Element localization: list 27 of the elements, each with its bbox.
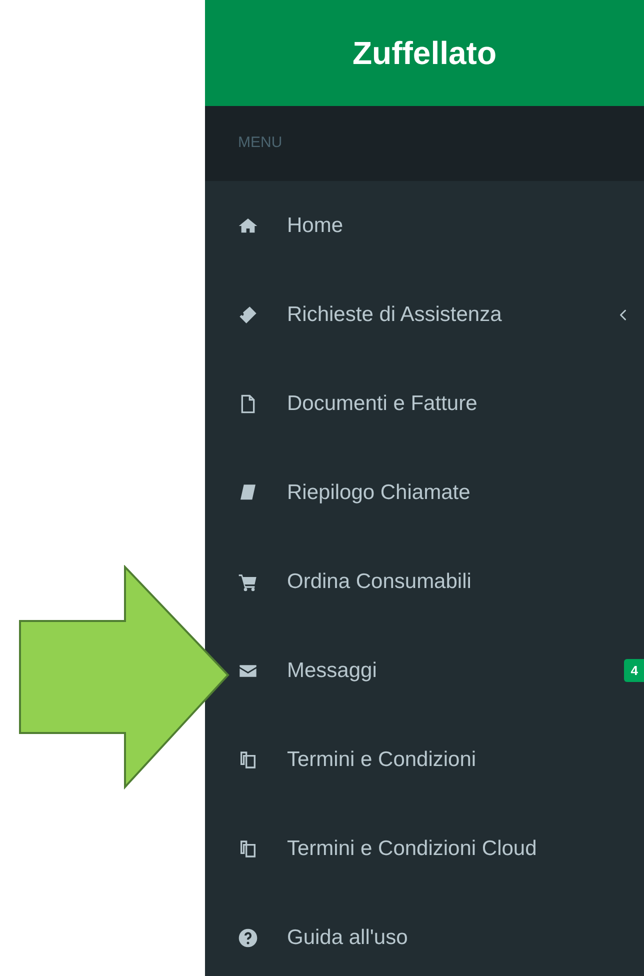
menu-label: Termini e Condizioni Cloud — [287, 836, 537, 862]
menu-label: Home — [287, 212, 344, 239]
menu-label: Documenti e Fatture — [287, 390, 478, 417]
menu-item[interactable]: Termini e Condizioni — [230, 715, 644, 804]
app-title: Zuffellato — [352, 34, 496, 73]
menu-item[interactable]: Termini e Condizioni Cloud — [230, 804, 644, 893]
menu-label: Termini e Condizioni — [287, 746, 476, 773]
menu-label: Messaggi — [287, 658, 377, 684]
menu-heading: MENU — [238, 133, 282, 154]
ticket-icon — [238, 304, 258, 324]
menu-item[interactable]: Guida all'uso — [230, 893, 644, 976]
menu-item[interactable]: Riepilogo Chiamate — [230, 448, 644, 537]
menu-label: Richieste di Assistenza — [287, 302, 502, 328]
menu-item[interactable]: Messaggi 4 — [230, 626, 644, 715]
menu-item[interactable]: Documenti e Fatture — [230, 359, 644, 448]
menu-label: Ordina Consumabili — [287, 568, 472, 595]
cart-icon — [238, 572, 258, 592]
copy-icon — [238, 838, 258, 858]
menu-item[interactable]: Home — [230, 181, 644, 270]
menu-label: Guida all'uso — [287, 924, 408, 951]
count-badge: 4 — [624, 658, 644, 682]
copy-icon — [238, 750, 258, 770]
menu-item[interactable]: Richieste di Assistenza — [230, 270, 644, 359]
menu-label: Riepilogo Chiamate — [287, 480, 470, 506]
home-icon — [238, 216, 258, 236]
help-icon — [238, 928, 258, 948]
menu-item[interactable]: Ordina Consumabili — [230, 537, 644, 626]
